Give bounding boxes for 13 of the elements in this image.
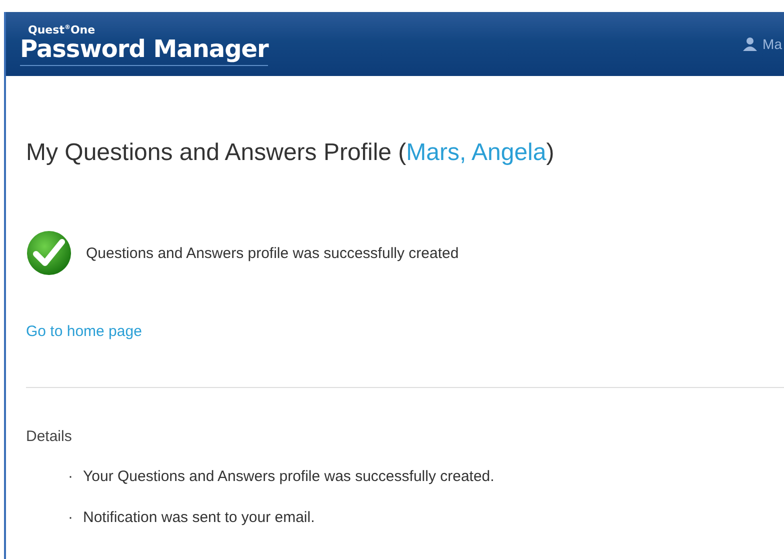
user-name[interactable]: Ma bbox=[762, 36, 782, 52]
bullet: · bbox=[68, 468, 73, 485]
page-title: My Questions and Answers Profile (Mars, Angela) bbox=[26, 139, 556, 167]
home-page-link[interactable]: Go to home page bbox=[26, 323, 142, 340]
user-link[interactable]: Mars, Angela bbox=[406, 139, 546, 166]
details-heading: Details bbox=[26, 428, 73, 445]
detail-text: Your Questions and Answers profile was successfully created. bbox=[83, 468, 494, 485]
brand-logo: Quest$^{®}$One Password Manager bbox=[20, 22, 268, 66]
bullet: · bbox=[68, 509, 73, 526]
checkmark-icon bbox=[26, 230, 72, 276]
detail-text: Notification was sent to your email. bbox=[83, 509, 315, 526]
user-icon[interactable] bbox=[742, 37, 757, 51]
success-message: Questions and Answers profile was successfully created bbox=[86, 244, 459, 262]
